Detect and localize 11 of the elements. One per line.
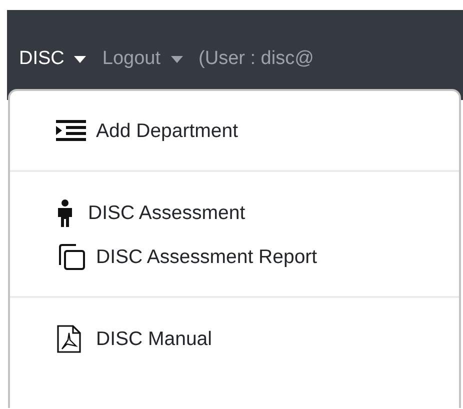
menu-item[interactable]: DISC Assessment xyxy=(10,198,459,228)
nav-dropdown[interactable]: DISC xyxy=(19,48,86,70)
menu-item[interactable]: DISC Manual xyxy=(10,324,459,354)
menu-item[interactable]: DISC Assessment Report xyxy=(10,242,459,272)
user-label: (User : disc@ xyxy=(198,48,314,70)
copy-icon xyxy=(56,243,86,271)
indent-icon xyxy=(56,120,86,142)
nav-dropdown[interactable]: Logout xyxy=(102,48,183,70)
menu-item[interactable]: Add Department xyxy=(10,116,459,146)
person-icon xyxy=(56,199,74,227)
pdf-file-icon xyxy=(56,325,82,353)
